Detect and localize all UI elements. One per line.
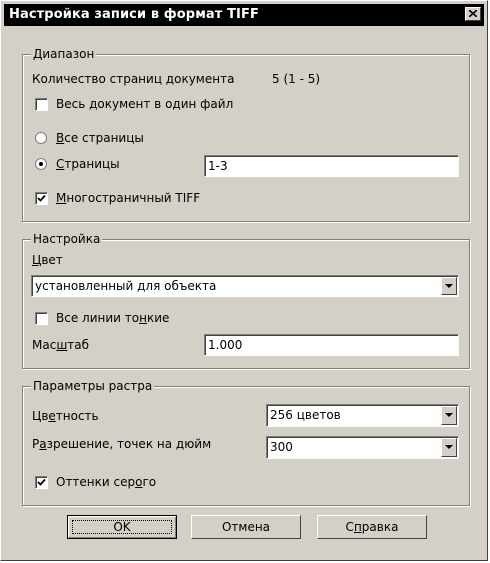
help-label: Справка [345,520,399,534]
chevron-down-icon [445,413,453,417]
color-depth-select[interactable]: 256 цветов [266,404,459,427]
color-depth-value: 256 цветов [270,408,341,422]
all-pages-radio[interactable] [35,132,47,144]
thin-lines-checkbox[interactable] [35,312,48,325]
range-group: Диапазон Количество страниц документа 5 … [22,47,470,222]
multipage-label: Многостраничный TIFF [56,191,201,205]
focus-rect [72,520,172,534]
page-count-label: Количество страниц документа [32,72,235,86]
resolution-select[interactable]: 300 [266,436,459,459]
title-bar: Настройка записи в формат TIFF [4,4,484,26]
resolution-label: Разрешение, точек на дюйм [32,437,212,451]
color-depth-dropdown-button[interactable] [441,406,457,425]
cancel-label: Отмена [221,520,271,534]
radio-selected-dot [39,162,43,166]
range-legend: Диапазон [31,47,97,61]
whole-doc-checkbox[interactable] [35,98,48,111]
raster-group: Параметры растра Цветность 256 цветов Ра… [22,379,470,506]
multipage-checkbox[interactable] [35,192,48,205]
settings-group: Настройка Цвет установленный для объекта… [22,232,470,369]
settings-legend: Настройка [31,232,103,246]
pages-input[interactable]: 1-3 [204,155,459,177]
color-dropdown-button[interactable] [441,277,457,295]
thin-lines-label: Все линии тонкие [56,311,170,325]
help-button[interactable]: Справка [317,515,427,539]
tiff-export-dialog: Настройка записи в формат TIFF Диапазон … [0,0,488,561]
dialog-title: Настройка записи в формат TIFF [9,7,259,22]
scale-input-value: 1.000 [208,338,243,352]
ok-button[interactable]: OK [67,515,177,539]
color-label: Цвет [32,253,63,267]
grayscale-checkbox[interactable] [35,476,48,489]
page-count-value: 5 (1 - 5) [272,72,321,86]
raster-legend: Параметры растра [31,379,155,393]
color-depth-label: Цветность [32,409,99,423]
checkmark-icon [37,194,46,202]
pages-input-value: 1-3 [208,159,228,173]
grayscale-label: Оттенки серого [56,475,157,489]
cancel-button[interactable]: Отмена [191,515,301,539]
pages-label: Страницы [56,157,120,171]
scale-input[interactable]: 1.000 [204,334,459,356]
close-button[interactable] [465,7,481,21]
chevron-down-icon [445,445,453,449]
whole-doc-label: Весь документ в один файл [56,97,234,111]
resolution-dropdown-button[interactable] [441,438,457,457]
pages-radio[interactable] [35,158,47,170]
chevron-down-icon [445,284,453,288]
resolution-value: 300 [270,440,293,454]
color-select-value: установленный для объекта [35,279,217,293]
scale-label: Масштаб [32,338,90,352]
checkmark-icon [37,478,46,486]
color-select[interactable]: установленный для объекта [31,275,459,297]
close-icon [469,10,477,17]
all-pages-label: Все страницы [56,131,144,145]
